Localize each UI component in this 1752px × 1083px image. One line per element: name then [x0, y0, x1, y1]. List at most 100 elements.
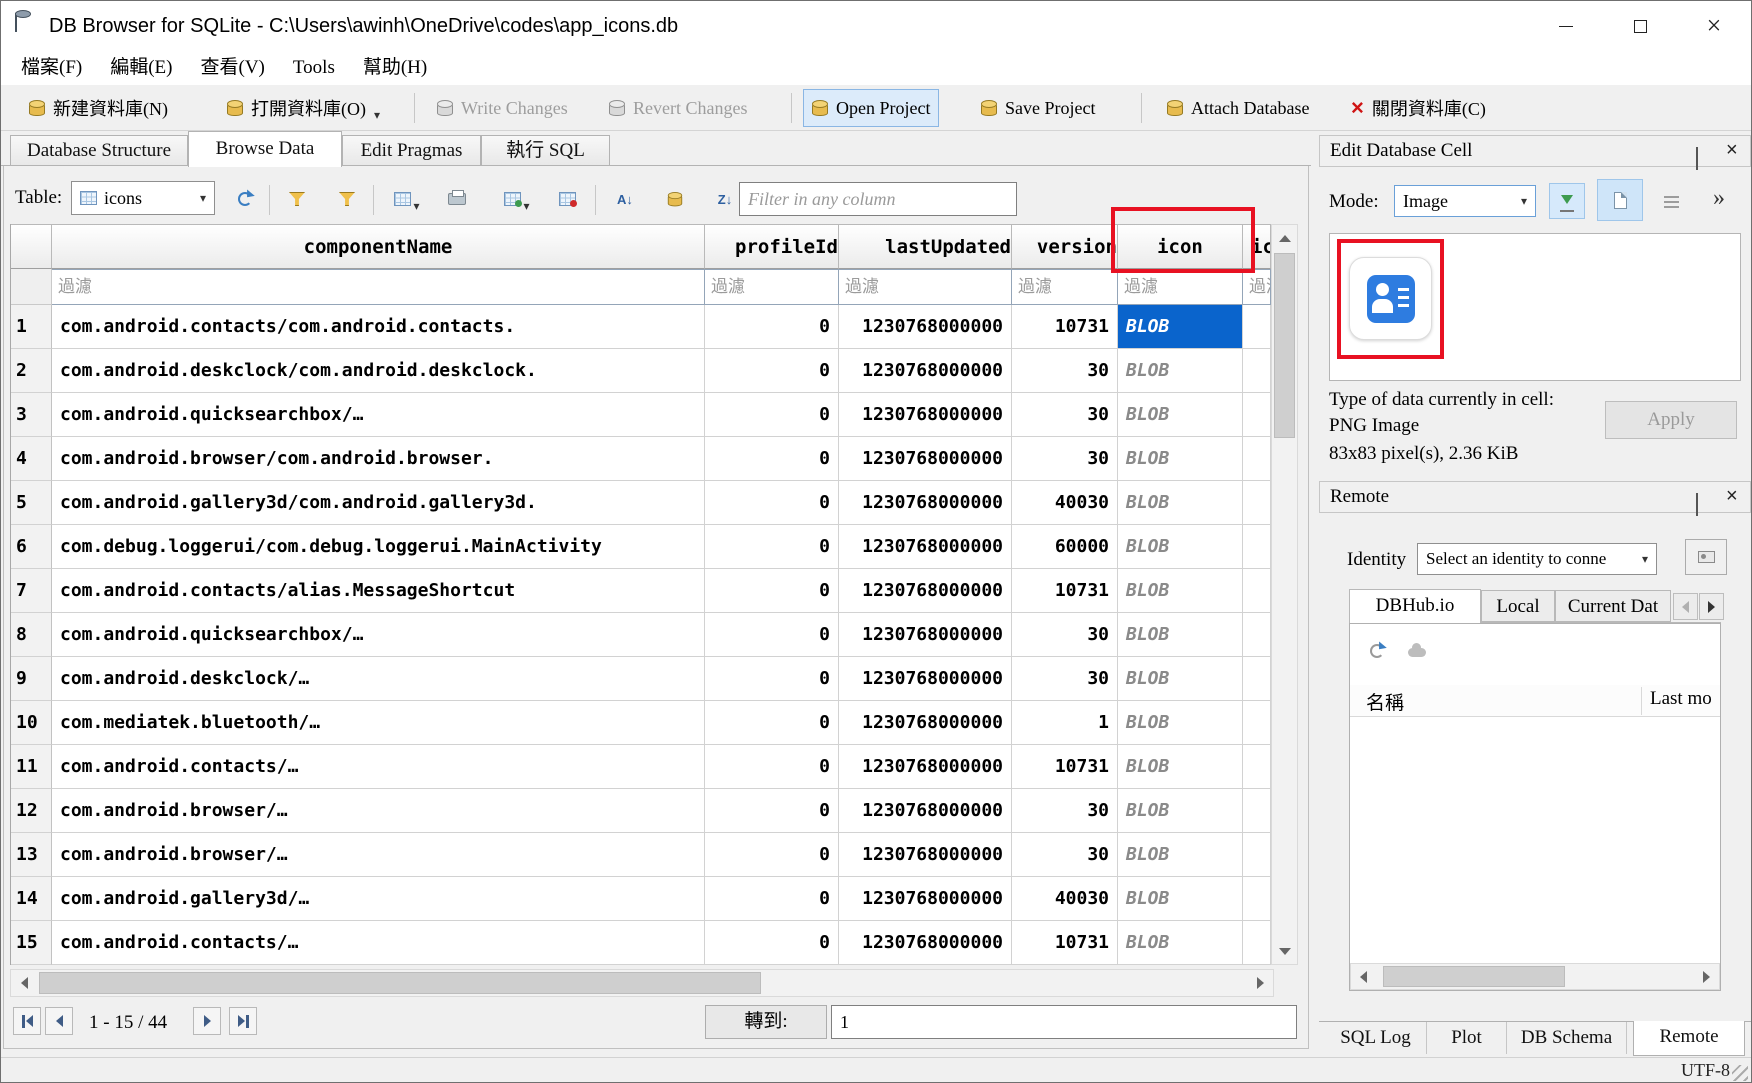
data-cell[interactable]: 30	[1012, 789, 1118, 833]
data-cell[interactable]: 1230768000000	[839, 833, 1012, 877]
scrollbar-thumb[interactable]	[1383, 966, 1565, 987]
print-button[interactable]	[439, 183, 475, 215]
open-database-button[interactable]: 打開資料庫(O)▾	[219, 89, 388, 127]
data-cell[interactable]: com.mediatek.bluetooth/…	[52, 701, 705, 745]
close-panel-button[interactable]: ×	[1726, 489, 1738, 503]
data-cell[interactable]: 30	[1012, 613, 1118, 657]
goto-input[interactable]	[831, 1005, 1297, 1039]
scrollbar-thumb[interactable]	[1274, 253, 1295, 438]
column-header-icon[interactable]: icon	[1118, 224, 1243, 269]
delete-record-button[interactable]	[549, 183, 585, 215]
data-cell[interactable]: com.android.gallery3d/com.android.galler…	[52, 481, 705, 525]
data-cell[interactable]: 1230768000000	[839, 613, 1012, 657]
blob-cell[interactable]: BLOB	[1118, 701, 1243, 745]
blob-cell[interactable]: BLOB	[1118, 789, 1243, 833]
dock-tab-remote[interactable]: Remote	[1633, 1021, 1745, 1056]
scroll-right-button[interactable]	[1247, 970, 1273, 996]
scroll-left-button[interactable]	[11, 970, 37, 996]
refresh-button[interactable]	[229, 183, 261, 215]
remote-refresh-button[interactable]	[1363, 637, 1391, 665]
data-cell[interactable]	[1243, 833, 1271, 877]
remote-tab-dbhub[interactable]: DBHub.io	[1349, 589, 1481, 623]
save-project-button[interactable]: Save Project	[973, 89, 1103, 127]
remote-tab-current[interactable]: Current Dat	[1555, 590, 1671, 622]
data-cell[interactable]: 0	[705, 921, 839, 965]
manage-identities-button[interactable]	[1685, 539, 1727, 575]
data-cell[interactable]: 0	[705, 833, 839, 877]
data-cell[interactable]: 0	[705, 525, 839, 569]
remote-tab-local[interactable]: Local	[1481, 590, 1555, 622]
remote-horizontal-scrollbar[interactable]	[1350, 963, 1720, 990]
blob-cell[interactable]: BLOB	[1118, 525, 1243, 569]
first-page-button[interactable]	[13, 1007, 41, 1035]
data-cell[interactable]	[1243, 569, 1271, 613]
data-cell[interactable]: com.android.contacts/com.android.contact…	[52, 305, 705, 349]
data-cell[interactable]: 30	[1012, 393, 1118, 437]
selected-blob-cell[interactable]: BLOB	[1118, 305, 1243, 349]
scroll-up-button[interactable]	[1272, 225, 1297, 251]
export-data-button[interactable]	[1597, 179, 1643, 221]
menu-edit[interactable]: 編輯(E)	[96, 51, 186, 85]
data-cell[interactable]: 1230768000000	[839, 701, 1012, 745]
goto-button[interactable]: 轉到:	[705, 1005, 827, 1039]
tab-browse-data[interactable]: Browse Data	[188, 131, 342, 167]
data-cell[interactable]	[1243, 877, 1271, 921]
data-cell[interactable]	[1243, 921, 1271, 965]
data-cell[interactable]	[1243, 349, 1271, 393]
minimize-button[interactable]	[1531, 1, 1601, 51]
data-cell[interactable]: 30	[1012, 437, 1118, 481]
data-cell[interactable]: 0	[705, 569, 839, 613]
dock-tab-plot[interactable]: Plot	[1427, 1022, 1507, 1054]
data-cell[interactable]: 1230768000000	[839, 393, 1012, 437]
data-cell[interactable]: 10731	[1012, 569, 1118, 613]
blob-cell[interactable]: BLOB	[1118, 613, 1243, 657]
sort-asc-button[interactable]: A↓	[607, 183, 643, 215]
filter-input-componentname[interactable]: 過濾	[52, 269, 705, 305]
filter-clear-button[interactable]	[331, 183, 363, 215]
data-cell[interactable]: 1230768000000	[839, 745, 1012, 789]
column-header-version[interactable]: version	[1012, 224, 1118, 269]
encoding-label[interactable]: UTF-8	[1681, 1060, 1730, 1081]
import-data-button[interactable]	[1549, 183, 1585, 219]
data-cell[interactable]	[1243, 525, 1271, 569]
data-cell[interactable]: 1230768000000	[839, 657, 1012, 701]
data-cell[interactable]: 1230768000000	[839, 481, 1012, 525]
data-cell[interactable]	[1243, 305, 1271, 349]
data-cell[interactable]: 1230768000000	[839, 437, 1012, 481]
data-cell[interactable]: 30	[1012, 349, 1118, 393]
menu-file[interactable]: 檔案(F)	[7, 51, 96, 85]
blob-cell[interactable]: BLOB	[1118, 349, 1243, 393]
menu-help[interactable]: 幫助(H)	[349, 51, 441, 85]
blob-cell[interactable]: BLOB	[1118, 833, 1243, 877]
datatype-button[interactable]	[657, 183, 693, 215]
tab-scroll-right-button[interactable]	[1699, 593, 1724, 620]
data-cell[interactable]: 0	[705, 657, 839, 701]
data-cell[interactable]	[1243, 745, 1271, 789]
float-panel-button[interactable]	[1696, 144, 1698, 174]
close-database-button[interactable]: ×關閉資料庫(C)	[1343, 89, 1494, 127]
remote-upload-button[interactable]	[1403, 635, 1431, 663]
data-cell[interactable]: com.android.deskclock/com.android.deskcl…	[52, 349, 705, 393]
insert-record-button[interactable]: ▾	[495, 183, 539, 215]
data-cell[interactable]: com.android.quicksearchbox/…	[52, 613, 705, 657]
last-page-button[interactable]	[229, 1007, 257, 1035]
data-cell[interactable]: 0	[705, 437, 839, 481]
scroll-down-button[interactable]	[1272, 938, 1297, 964]
column-header-profileid[interactable]: profileId	[705, 224, 839, 269]
revert-changes-button[interactable]: Revert Changes	[601, 89, 755, 127]
data-cell[interactable]: 0	[705, 745, 839, 789]
list-header-name[interactable]: 名稱	[1366, 688, 1404, 715]
data-cell[interactable]: 0	[705, 393, 839, 437]
data-cell[interactable]: 40030	[1012, 481, 1118, 525]
data-cell[interactable]: 1230768000000	[839, 525, 1012, 569]
set-null-button[interactable]	[1653, 185, 1689, 219]
blob-cell[interactable]: BLOB	[1118, 745, 1243, 789]
data-cell[interactable]: 10731	[1012, 921, 1118, 965]
data-cell[interactable]	[1243, 789, 1271, 833]
data-cell[interactable]: com.android.gallery3d/…	[52, 877, 705, 921]
data-cell[interactable]: 0	[705, 613, 839, 657]
data-cell[interactable]: 60000	[1012, 525, 1118, 569]
remote-list-area[interactable]	[1350, 718, 1720, 962]
data-cell[interactable]: com.android.contacts/…	[52, 745, 705, 789]
data-cell[interactable]: 1230768000000	[839, 305, 1012, 349]
